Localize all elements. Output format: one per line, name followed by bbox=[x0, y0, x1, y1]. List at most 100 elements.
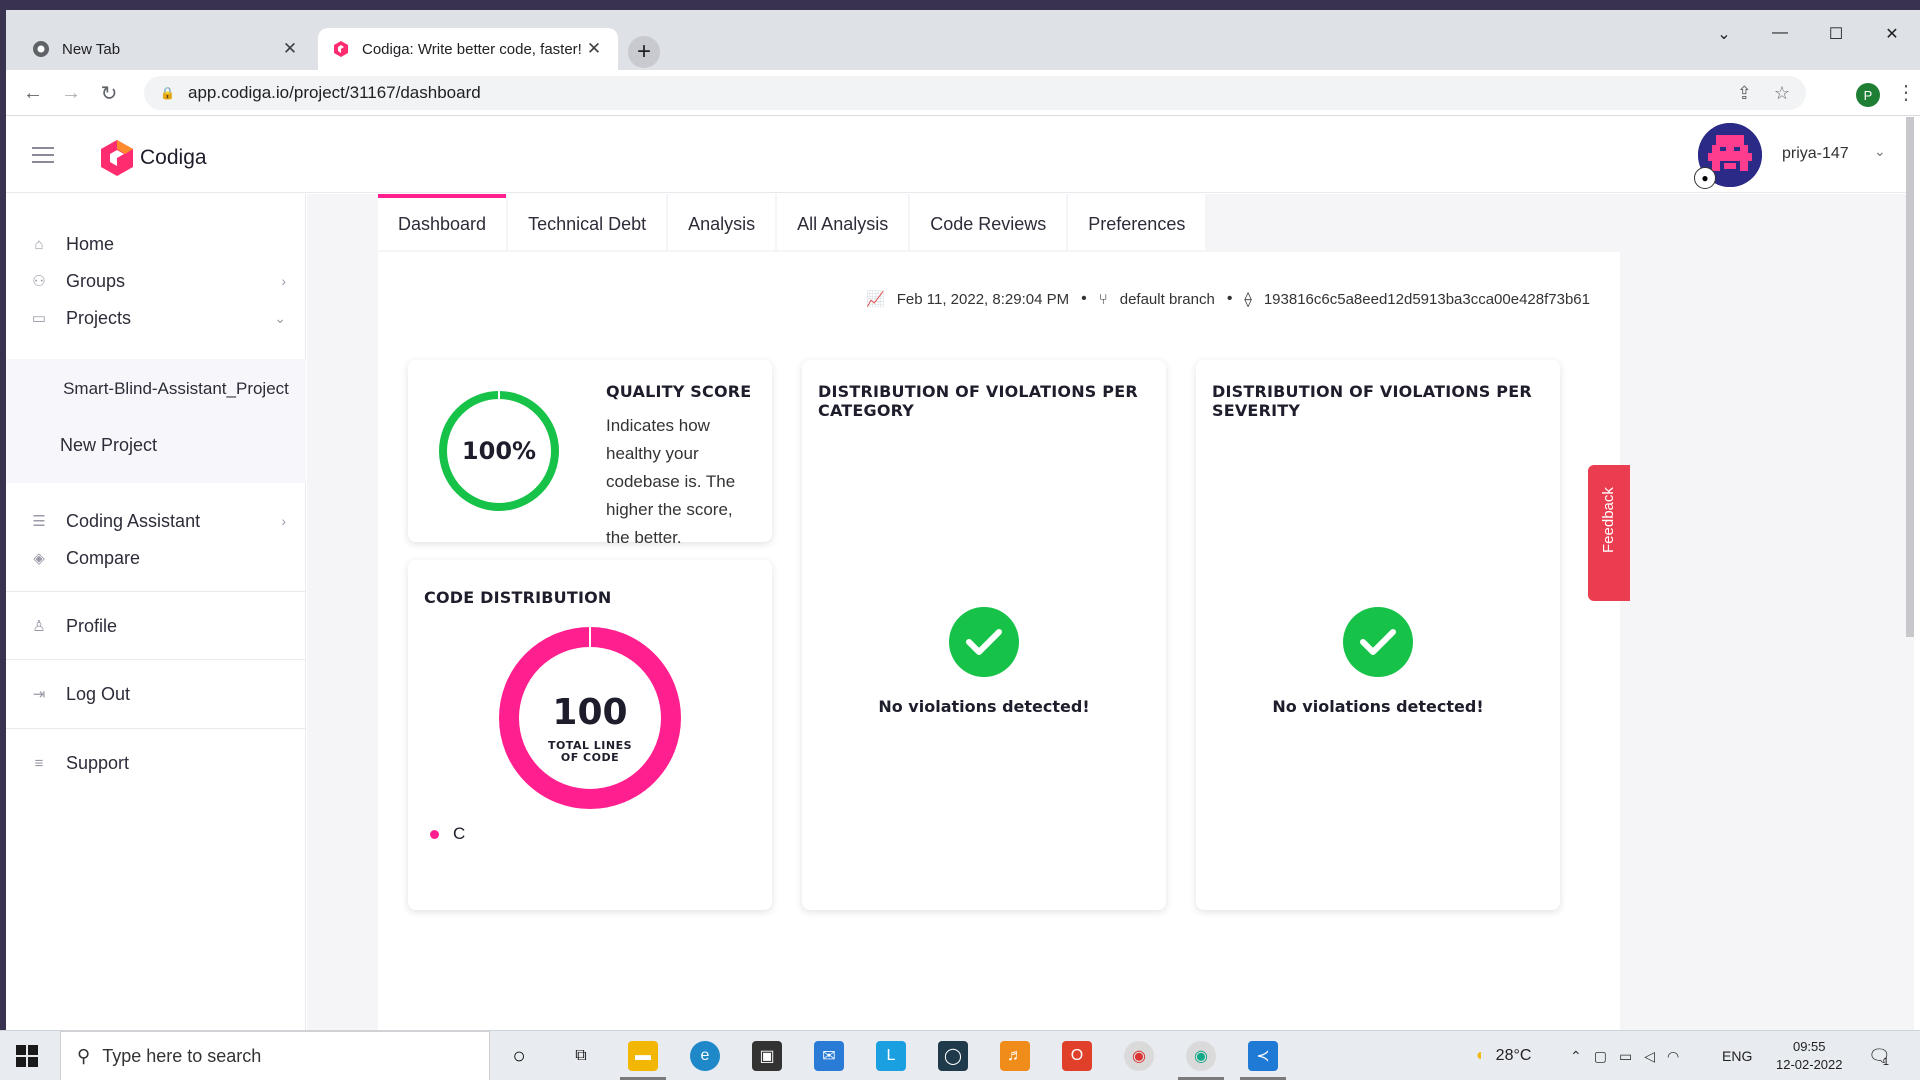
browser-toolbar: ← → ↻ 🔒 app.codiga.io/project/31167/dash… bbox=[6, 70, 1920, 116]
address-bar[interactable]: 🔒 app.codiga.io/project/31167/dashboard … bbox=[144, 76, 1806, 110]
no-violations-message: No violations detected! bbox=[878, 697, 1090, 716]
browser-tab-new-tab[interactable]: New Tab ✕ bbox=[18, 28, 314, 70]
notification-icon[interactable]: 🗨 1 bbox=[1868, 1031, 1891, 1080]
wifi-icon[interactable]: ◠ bbox=[1667, 1048, 1679, 1065]
star-icon[interactable]: ☆ bbox=[1774, 83, 1790, 104]
taskbar: ⚲ Type here to search ○ ⧉ ▬ e ▣ ✉ L ◯ ♬ … bbox=[0, 1030, 1920, 1080]
sidebar-item-coding-assistant[interactable]: ☰ Coding Assistant › bbox=[6, 501, 306, 541]
forward-arrow-icon[interactable]: → bbox=[56, 78, 86, 108]
sidebar: ⌂ Home ⚇ Groups › ▭ Projects ⌄ Smart-Bli… bbox=[6, 194, 306, 1030]
analysis-meta: 📈 Feb 11, 2022, 8:29:04 PM • ⑂ default b… bbox=[866, 290, 1590, 308]
page-scrollbar[interactable] bbox=[1906, 117, 1914, 637]
office-icon[interactable]: O bbox=[1062, 1041, 1092, 1071]
sidebar-item-groups[interactable]: ⚇ Groups › bbox=[6, 261, 306, 301]
quality-score-value: 100% bbox=[461, 437, 537, 465]
reload-icon[interactable]: ↻ bbox=[94, 78, 124, 108]
tab-dashboard[interactable]: Dashboard bbox=[378, 194, 507, 250]
app-l-icon[interactable]: L bbox=[876, 1041, 906, 1071]
browser-profile-avatar[interactable]: P bbox=[1856, 83, 1880, 107]
new-tab-button[interactable]: + bbox=[628, 36, 660, 68]
vscode-icon[interactable]: ≺ bbox=[1248, 1041, 1278, 1071]
app-circle-icon[interactable]: ◯ bbox=[938, 1041, 968, 1071]
check-icon bbox=[949, 607, 1019, 677]
sidebar-item-label: Profile bbox=[66, 615, 118, 636]
hamburger-menu-icon[interactable] bbox=[32, 147, 54, 168]
app-orange-icon[interactable]: ♬ bbox=[1000, 1041, 1030, 1071]
chevron-down-icon[interactable]: ⌄ bbox=[1696, 24, 1752, 44]
task-view-icon[interactable]: ⧉ bbox=[566, 1041, 596, 1071]
no-violations-state: No violations detected! bbox=[1196, 607, 1560, 716]
sidebar-item-compare[interactable]: ◈ Compare bbox=[6, 538, 306, 578]
violations-severity-title: DISTRIBUTION OF VIOLATIONS PER SEVERITY bbox=[1212, 382, 1532, 420]
close-window-icon[interactable]: ✕ bbox=[1864, 24, 1920, 44]
total-lines-label: TOTAL LINES OF CODE bbox=[547, 739, 633, 764]
commit-hash: 193816c6c5a8eed12d5913ba3cca00e428f73b61 bbox=[1263, 290, 1590, 308]
dashboard-panel: 📈 Feb 11, 2022, 8:29:04 PM • ⑂ default b… bbox=[378, 252, 1620, 1030]
codiga-favicon-icon bbox=[332, 40, 350, 58]
chevron-down-icon[interactable]: ⌄ bbox=[1874, 143, 1886, 160]
tab-technical-debt[interactable]: Technical Debt bbox=[508, 194, 667, 250]
codiga-logo[interactable]: Codiga bbox=[100, 139, 207, 177]
violations-category-card: DISTRIBUTION OF VIOLATIONS PER CATEGORY … bbox=[802, 360, 1166, 910]
tab-code-reviews[interactable]: Code Reviews bbox=[910, 194, 1067, 250]
windows-start-icon[interactable] bbox=[16, 1045, 38, 1072]
back-arrow-icon[interactable]: ← bbox=[18, 78, 48, 108]
tab-strip: New Tab ✕ Codiga: Write better code, fas… bbox=[6, 10, 1920, 70]
sidebar-item-support[interactable]: ≡ Support bbox=[6, 743, 306, 783]
cortana-icon[interactable]: ○ bbox=[504, 1041, 534, 1071]
github-icon: ● bbox=[1694, 167, 1716, 189]
maximize-icon[interactable]: ☐ bbox=[1808, 24, 1864, 44]
sidebar-item-label: Coding Assistant bbox=[66, 510, 201, 531]
tab-title: New Tab bbox=[62, 40, 121, 58]
chevron-up-icon[interactable]: ⌃ bbox=[1570, 1048, 1582, 1065]
divider bbox=[6, 728, 306, 729]
tab-analysis[interactable]: Analysis bbox=[668, 194, 776, 250]
temperature: 28°C bbox=[1495, 1047, 1532, 1064]
home-icon: ⌂ bbox=[34, 235, 44, 253]
taskbar-search[interactable]: ⚲ Type here to search bbox=[60, 1031, 490, 1080]
sidebar-item-project[interactable]: Smart-Blind-Assistant_Project bbox=[6, 379, 346, 399]
logout-icon: ⇥ bbox=[32, 686, 46, 703]
sidebar-item-label: Support bbox=[66, 752, 130, 773]
sidebar-item-label: Compare bbox=[66, 547, 141, 568]
chrome-icon[interactable]: ◉ bbox=[1124, 1041, 1154, 1071]
clock[interactable]: 09:55 12-02-2022 bbox=[1776, 1031, 1843, 1080]
meet-icon[interactable]: ▢ bbox=[1594, 1048, 1607, 1065]
mail-icon[interactable]: ✉ bbox=[814, 1041, 844, 1071]
tab-preferences[interactable]: Preferences bbox=[1068, 194, 1206, 250]
chrome-profile-icon[interactable]: ◉ bbox=[1186, 1041, 1216, 1071]
menu-dots-icon[interactable]: ⋮ bbox=[1896, 80, 1916, 105]
sidebar-item-home[interactable]: ⌂ Home bbox=[6, 224, 306, 264]
file-explorer-icon[interactable]: ▬ bbox=[628, 1041, 658, 1071]
logo-text: Codiga bbox=[140, 146, 207, 169]
browser-tab-codiga[interactable]: Codiga: Write better code, faster! ✕ bbox=[318, 28, 618, 70]
app-header: Codiga ● priya-147 ⌄ bbox=[6, 117, 1914, 193]
close-icon[interactable]: ✕ bbox=[584, 39, 604, 59]
legend-dot bbox=[430, 829, 439, 839]
share-icon[interactable]: ⇪ bbox=[1737, 83, 1752, 104]
sidebar-item-new-project[interactable]: New Project bbox=[60, 435, 157, 456]
violations-severity-card: DISTRIBUTION OF VIOLATIONS PER SEVERITY … bbox=[1196, 360, 1560, 910]
browser-window: New Tab ✕ Codiga: Write better code, fas… bbox=[6, 10, 1920, 1030]
battery-icon[interactable]: ▭ bbox=[1619, 1048, 1632, 1065]
sidebar-item-logout[interactable]: ⇥ Log Out bbox=[6, 674, 306, 714]
branch-icon: ⑂ bbox=[1098, 290, 1108, 308]
code-distribution-title: CODE DISTRIBUTION bbox=[424, 588, 612, 607]
minimize-icon[interactable]: — bbox=[1752, 24, 1808, 44]
search-placeholder: Type here to search bbox=[102, 1045, 262, 1066]
username[interactable]: priya-147 bbox=[1782, 145, 1849, 163]
store-icon[interactable]: ▣ bbox=[752, 1041, 782, 1071]
feedback-button[interactable]: Feedback bbox=[1588, 465, 1630, 601]
weather-widget[interactable]: ◐ 28°C bbox=[1476, 1031, 1531, 1080]
codiga-page: Codiga ● priya-147 ⌄ ⌂ Home ⚇ Groups › ▭… bbox=[6, 117, 1914, 1030]
sidebar-item-profile[interactable]: ♙ Profile bbox=[6, 606, 306, 646]
branch-name: default branch bbox=[1119, 290, 1215, 308]
sidebar-item-label: Home bbox=[66, 233, 115, 254]
tab-all-analysis[interactable]: All Analysis bbox=[777, 194, 909, 250]
total-lines-value: 100 bbox=[552, 692, 628, 733]
edge-icon[interactable]: e bbox=[690, 1041, 720, 1071]
sidebar-item-projects[interactable]: ▭ Projects ⌄ bbox=[6, 298, 306, 338]
speaker-icon[interactable]: ◁ bbox=[1644, 1048, 1655, 1065]
language-indicator[interactable]: ENG bbox=[1722, 1031, 1752, 1080]
close-icon[interactable]: ✕ bbox=[280, 39, 300, 59]
